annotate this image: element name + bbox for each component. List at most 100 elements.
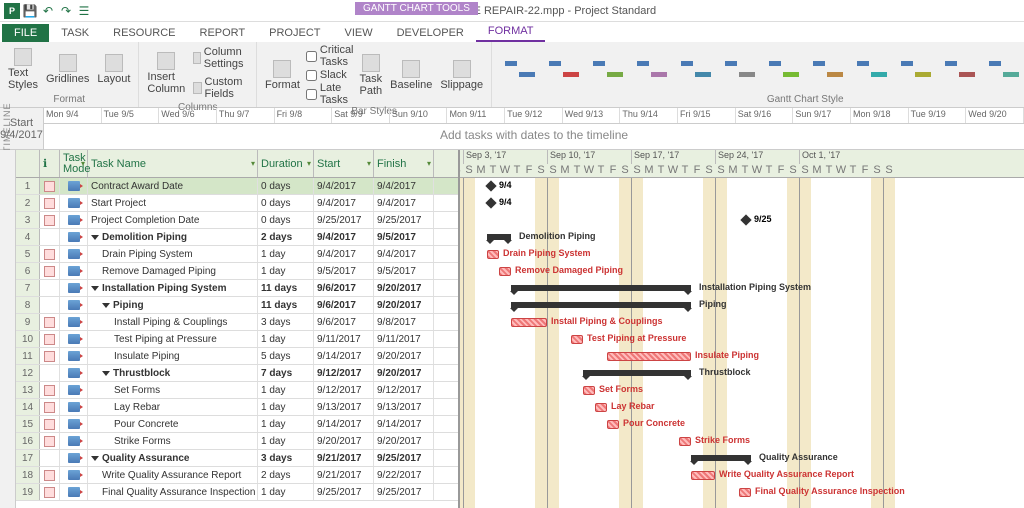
task-name-cell[interactable]: Thrustblock: [88, 365, 258, 381]
task-mode-cell[interactable]: [60, 212, 88, 228]
col-duration[interactable]: Duration▾: [258, 150, 314, 177]
undo-icon[interactable]: ↶: [40, 3, 56, 19]
gantt-row[interactable]: Lay Rebar: [460, 399, 1024, 416]
tab-report[interactable]: REPORT: [188, 24, 258, 42]
info-cell[interactable]: [40, 433, 60, 449]
finish-cell[interactable]: 9/13/2017: [374, 399, 434, 415]
tab-file[interactable]: FILE: [2, 24, 49, 42]
timeline-placeholder[interactable]: Add tasks with dates to the timeline: [44, 124, 1024, 146]
task-mode-cell[interactable]: [60, 246, 88, 262]
finish-cell[interactable]: 9/20/2017: [374, 348, 434, 364]
task-row[interactable]: 6Remove Damaged Piping1 day9/5/20179/5/2…: [16, 263, 458, 280]
start-cell[interactable]: 9/21/2017: [314, 450, 374, 466]
info-cell[interactable]: [40, 348, 60, 364]
finish-cell[interactable]: 9/11/2017: [374, 331, 434, 347]
row-number[interactable]: 5: [16, 246, 40, 262]
gantt-style-swatch[interactable]: .style-swatch:nth-child(9)::after{backgr…: [852, 52, 890, 86]
info-cell[interactable]: [40, 382, 60, 398]
info-cell[interactable]: [40, 314, 60, 330]
gantt-style-swatch[interactable]: .style-swatch:nth-child(5)::after{backgr…: [676, 52, 714, 86]
task-bar[interactable]: [679, 437, 691, 446]
task-row[interactable]: 9Install Piping & Couplings3 days9/6/201…: [16, 314, 458, 331]
task-mode-cell[interactable]: [60, 314, 88, 330]
task-bar[interactable]: [499, 267, 511, 276]
row-number[interactable]: 16: [16, 433, 40, 449]
row-number[interactable]: 9: [16, 314, 40, 330]
info-cell[interactable]: [40, 365, 60, 381]
info-cell[interactable]: [40, 450, 60, 466]
gantt-row[interactable]: Piping: [460, 297, 1024, 314]
gantt-row[interactable]: Thrustblock: [460, 365, 1024, 382]
task-name-cell[interactable]: Set Forms: [88, 382, 258, 398]
task-bar[interactable]: [607, 352, 691, 361]
row-number[interactable]: 12: [16, 365, 40, 381]
print-icon[interactable]: ☰: [76, 3, 92, 19]
start-cell[interactable]: 9/4/2017: [314, 178, 374, 194]
gantt-row[interactable]: Insulate Piping: [460, 348, 1024, 365]
finish-cell[interactable]: 9/5/2017: [374, 263, 434, 279]
tab-resource[interactable]: RESOURCE: [101, 24, 187, 42]
col-finish[interactable]: Finish▾: [374, 150, 434, 177]
info-cell[interactable]: [40, 178, 60, 194]
start-cell[interactable]: 9/5/2017: [314, 263, 374, 279]
row-number[interactable]: 18: [16, 467, 40, 483]
task-name-cell[interactable]: Contract Award Date: [88, 178, 258, 194]
duration-cell[interactable]: 7 days: [258, 365, 314, 381]
task-name-cell[interactable]: Insulate Piping: [88, 348, 258, 364]
task-row[interactable]: 4Demolition Piping2 days9/4/20179/5/2017: [16, 229, 458, 246]
task-row[interactable]: 12Thrustblock7 days9/12/20179/20/2017: [16, 365, 458, 382]
duration-cell[interactable]: 1 day: [258, 246, 314, 262]
format-bars-button[interactable]: Format: [263, 58, 302, 93]
task-row[interactable]: 8Piping11 days9/6/20179/20/2017: [16, 297, 458, 314]
duration-cell[interactable]: 0 days: [258, 195, 314, 211]
task-name-cell[interactable]: Piping: [88, 297, 258, 313]
start-cell[interactable]: 9/21/2017: [314, 467, 374, 483]
info-cell[interactable]: [40, 246, 60, 262]
task-mode-cell[interactable]: [60, 365, 88, 381]
col-start[interactable]: Start▾: [314, 150, 374, 177]
gantt-row[interactable]: Install Piping & Couplings: [460, 314, 1024, 331]
gantt-chart[interactable]: Sep 3, '17Sep 10, '17Sep 17, '17Sep 24, …: [460, 150, 1024, 508]
start-cell[interactable]: 9/13/2017: [314, 399, 374, 415]
col-row-num[interactable]: [16, 150, 40, 177]
gantt-style-swatch[interactable]: .style-swatch:nth-child(8)::after{backgr…: [808, 52, 846, 86]
task-name-cell[interactable]: Test Piping at Pressure: [88, 331, 258, 347]
info-cell[interactable]: [40, 416, 60, 432]
duration-cell[interactable]: 11 days: [258, 297, 314, 313]
start-cell[interactable]: 9/4/2017: [314, 229, 374, 245]
task-row[interactable]: 14Lay Rebar1 day9/13/20179/13/2017: [16, 399, 458, 416]
gantt-style-swatch[interactable]: .style-swatch:nth-child(3)::after{backgr…: [588, 52, 626, 86]
row-number[interactable]: 3: [16, 212, 40, 228]
row-number[interactable]: 1: [16, 178, 40, 194]
row-number[interactable]: 6: [16, 263, 40, 279]
task-mode-cell[interactable]: [60, 297, 88, 313]
start-cell[interactable]: 9/4/2017: [314, 246, 374, 262]
row-number[interactable]: 10: [16, 331, 40, 347]
task-mode-cell[interactable]: [60, 348, 88, 364]
task-name-cell[interactable]: Start Project: [88, 195, 258, 211]
duration-cell[interactable]: 1 day: [258, 382, 314, 398]
start-cell[interactable]: 9/14/2017: [314, 348, 374, 364]
gantt-row[interactable]: Demolition Piping: [460, 229, 1024, 246]
row-number[interactable]: 7: [16, 280, 40, 296]
task-mode-cell[interactable]: [60, 467, 88, 483]
duration-cell[interactable]: 0 days: [258, 178, 314, 194]
finish-cell[interactable]: 9/5/2017: [374, 229, 434, 245]
gantt-row[interactable]: Pour Concrete: [460, 416, 1024, 433]
finish-cell[interactable]: 9/14/2017: [374, 416, 434, 432]
task-row[interactable]: 7Installation Piping System11 days9/6/20…: [16, 280, 458, 297]
task-name-cell[interactable]: Quality Assurance: [88, 450, 258, 466]
finish-cell[interactable]: 9/25/2017: [374, 450, 434, 466]
task-name-cell[interactable]: Demolition Piping: [88, 229, 258, 245]
task-path-button[interactable]: Task Path: [358, 52, 385, 99]
task-mode-cell[interactable]: [60, 229, 88, 245]
gantt-style-swatch[interactable]: .style-swatch:nth-child(7)::after{backgr…: [764, 52, 802, 86]
row-number[interactable]: 13: [16, 382, 40, 398]
task-bar[interactable]: [511, 318, 547, 327]
task-bar[interactable]: [691, 471, 715, 480]
gridlines-button[interactable]: Gridlines: [44, 52, 91, 87]
task-name-cell[interactable]: Drain Piping System: [88, 246, 258, 262]
gantt-row[interactable]: Set Forms: [460, 382, 1024, 399]
baseline-button[interactable]: Baseline: [388, 58, 434, 93]
info-cell[interactable]: [40, 280, 60, 296]
